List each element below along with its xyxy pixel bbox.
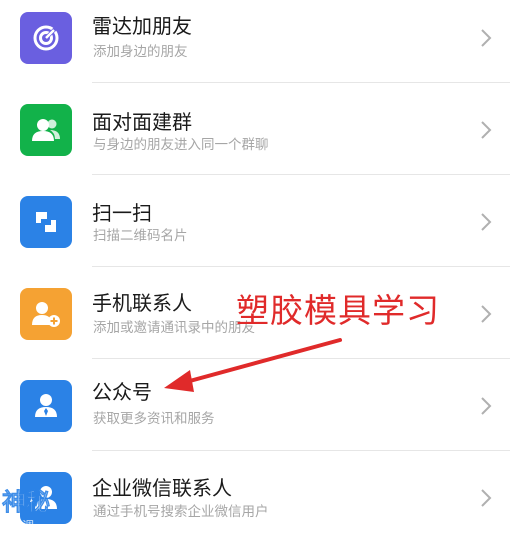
divider [92, 174, 510, 175]
chevron-right-icon [481, 29, 492, 47]
list-item-enterprise-wechat-contacts[interactable]: 企业微信联系人 通过手机号搜索企业微信用户 [0, 452, 510, 535]
item-title: 面对面建群 [92, 110, 192, 134]
enterprise-contact-icon [20, 472, 72, 524]
chevron-right-icon [481, 397, 492, 415]
item-subtitle: 获取更多资讯和服务 [93, 411, 215, 427]
add-contact-icon [20, 288, 72, 340]
list-item-scan[interactable]: 扫一扫 扫描二维码名片 [0, 176, 510, 268]
radar-icon [20, 12, 72, 64]
list-item-face-to-face-group[interactable]: 面对面建群 与身边的朋友进入同一个群聊 [0, 84, 510, 176]
chevron-right-icon [481, 121, 492, 139]
divider [92, 266, 510, 267]
item-title: 手机联系人 [92, 291, 192, 315]
add-friend-options-list: 雷达加朋友 添加身边的朋友 面对面建群 与身边的朋友进入同一个群聊 扫一扫 扫描… [0, 0, 510, 535]
chevron-right-icon [481, 305, 492, 323]
chevron-right-icon [481, 213, 492, 231]
scan-icon [20, 196, 72, 248]
divider [92, 358, 510, 359]
chevron-right-icon [481, 489, 492, 507]
item-title: 公众号 [92, 380, 152, 404]
list-item-official-accounts[interactable]: 公众号 获取更多资讯和服务 [0, 360, 510, 452]
item-title: 扫一扫 [92, 201, 152, 225]
official-account-icon [20, 380, 72, 432]
divider [92, 450, 510, 451]
item-subtitle: 与身边的朋友进入同一个群聊 [93, 137, 269, 153]
list-item-radar[interactable]: 雷达加朋友 添加身边的朋友 [0, 0, 510, 84]
item-title: 雷达加朋友 [92, 14, 192, 38]
item-subtitle: 通过手机号搜索企业微信用户 [93, 504, 269, 520]
item-subtitle: 添加身边的朋友 [93, 44, 188, 60]
overlay-annotation-text: 塑胶模具学习 [236, 291, 440, 330]
item-subtitle: 添加或邀请通讯录中的朋友 [93, 320, 255, 336]
group-people-icon [20, 104, 72, 156]
item-title: 企业微信联系人 [92, 476, 232, 500]
item-subtitle: 扫描二维码名片 [93, 228, 188, 244]
divider [92, 82, 510, 83]
